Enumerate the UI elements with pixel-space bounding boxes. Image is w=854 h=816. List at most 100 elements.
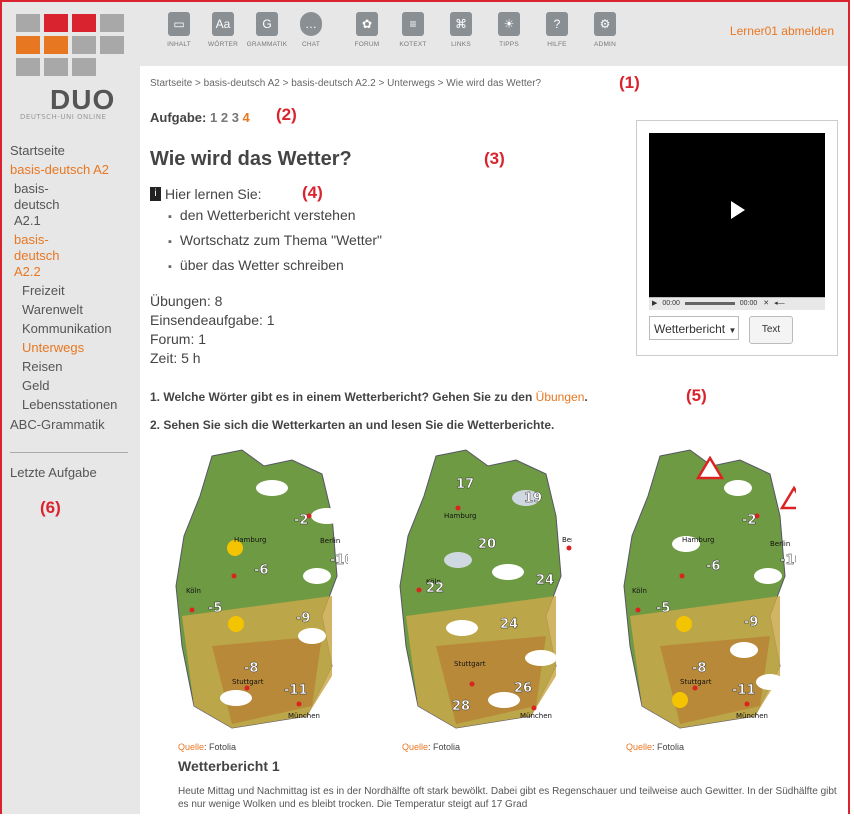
progress-bar[interactable]	[684, 301, 735, 305]
learning-goals-heading: Hier lernen Sie:	[165, 186, 262, 202]
question-2: 2. Sehen Sie sich die Wetterkarten an un…	[150, 418, 555, 432]
image-source: Quelle: Fotolia	[178, 742, 236, 752]
map-city-label: Hamburg	[444, 512, 476, 520]
volume-icon[interactable]: ◂—	[774, 300, 785, 307]
sidebar-item-warenwelt[interactable]: Warenwelt	[10, 302, 140, 318]
toolbar-label: KOTEXT	[399, 41, 427, 48]
text-button[interactable]: Text	[749, 316, 793, 344]
map-temp: -2	[742, 513, 756, 528]
annotation-3: (3)	[484, 149, 505, 168]
time-total: 00:00	[739, 300, 758, 307]
toolbar-chat-button[interactable]: … CHAT	[286, 12, 336, 48]
toolbar-label: FORUM	[354, 41, 380, 48]
source-label: Quelle	[178, 742, 205, 752]
map-city-label: München	[288, 712, 320, 720]
sidebar-item-geld[interactable]: Geld	[10, 378, 140, 394]
sidebar-item-basis-deutsch-a2[interactable]: basis-deutsch A2	[10, 162, 140, 178]
toolbar-label: LINKS	[451, 41, 471, 48]
duo-logo[interactable]: DUO DEUTSCH-UNI ONLINE	[16, 14, 132, 124]
map-temp: 17	[456, 477, 474, 492]
gears-icon: ⚙	[594, 12, 616, 36]
weather-map-3: Hamburg Berlin Köln Stuttgart München -2…	[623, 449, 796, 729]
toolbar-label: WÖRTER	[208, 41, 238, 48]
task-4-current[interactable]: 4	[243, 110, 250, 125]
play-icon[interactable]	[731, 201, 745, 219]
breadcrumb[interactable]: Startseite > basis-deutsch A2 > basis-de…	[150, 78, 541, 89]
task-3-link[interactable]: 3	[232, 110, 239, 125]
sidebar-item-startseite[interactable]: Startseite	[10, 143, 140, 159]
toolbar-woerter-button[interactable]: Aa WÖRTER	[198, 12, 248, 48]
annotation-5: (5)	[686, 386, 707, 405]
sidebar-nav: Startseite basis-deutsch A2 basis-deutsc…	[10, 143, 140, 436]
map-temp: -9	[744, 615, 758, 630]
toolbar-hilfe-button[interactable]: ? HILFE	[532, 12, 582, 48]
stat-forum: Forum: 1	[150, 331, 207, 347]
dictionary-icon: Aa	[212, 12, 234, 36]
map-temp: -2	[294, 513, 308, 528]
map-temp: -6	[254, 563, 268, 578]
last-task-link[interactable]: Letzte Aufgabe	[10, 465, 97, 480]
map-temp: 28	[452, 699, 470, 714]
report-heading: Wetterbericht 1	[178, 758, 280, 774]
task-2-link[interactable]: 2	[221, 110, 228, 125]
kotext-icon: ≡	[402, 12, 424, 36]
sidebar-item-unterwegs[interactable]: Unterwegs	[10, 340, 140, 356]
map-city-label: Berlin	[770, 540, 790, 548]
image-source: Quelle: Fotolia	[402, 742, 460, 752]
toolbar-forum-button[interactable]: ✿ FORUM	[342, 12, 392, 48]
sidebar-item-kommunikation[interactable]: Kommunikation	[10, 321, 140, 337]
video-screen[interactable]	[649, 133, 825, 297]
map-city-label: Berlin	[320, 537, 340, 545]
learning-goal-item: über das Wetter schreiben	[168, 254, 382, 279]
toolbar-kotext-button[interactable]: ≡ KOTEXT	[388, 12, 438, 48]
map-temp: 24	[500, 617, 518, 632]
sidebar-item-basis-deutsch-a2-2[interactable]: basis-deutsch A2.2	[10, 232, 74, 280]
sidebar-item-freizeit[interactable]: Freizeit	[10, 283, 140, 299]
map-city-label: Köln	[632, 587, 647, 595]
toolbar-label: INHALT	[167, 41, 191, 48]
uebungen-link[interactable]: Übungen	[536, 390, 585, 404]
map-temp: -5	[208, 601, 222, 616]
toolbar-admin-button[interactable]: ⚙ ADMIN	[580, 12, 630, 48]
top-toolbar: ▭ INHALT Aa WÖRTER G GRAMMATIK … CHAT ✿ FORUM…	[140, 2, 848, 66]
stat-uebungen: Übungen: 8	[150, 293, 223, 309]
map-temp: -8	[692, 661, 706, 676]
toolbar-grammatik-button[interactable]: G GRAMMATIK	[242, 12, 292, 48]
toolbar-tipps-button[interactable]: ☀ TIPPS	[484, 12, 534, 48]
sidebar-item-lebensstationen[interactable]: Lebensstationen	[10, 397, 140, 413]
source-value: : Fotolia	[652, 742, 685, 752]
sidebar-item-reisen[interactable]: Reisen	[10, 359, 140, 375]
sidebar-item-basis-deutsch-a2-1[interactable]: basis-deutsch A2.1	[10, 181, 74, 229]
play-button-icon[interactable]: ▶	[652, 300, 657, 307]
question-1-text: 1. Welche Wörter gibt es in einem Wetter…	[150, 390, 533, 404]
map-temp: 19	[524, 491, 542, 506]
source-value: : Fotolia	[428, 742, 461, 752]
toolbar-inhalt-button[interactable]: ▭ INHALT	[154, 12, 204, 48]
annotation-6: (6)	[40, 498, 61, 517]
map-city-label: Hamburg	[234, 536, 266, 544]
logo-text: DUO	[50, 84, 116, 115]
links-icon: ⌘	[450, 12, 472, 36]
map-city-label: Köln	[186, 587, 201, 595]
toolbar-links-button[interactable]: ⌘ LINKS	[436, 12, 486, 48]
toolbar-label: TIPPS	[499, 41, 519, 48]
task-1-link[interactable]: 1	[210, 110, 217, 125]
task-stats: Übungen: 8 Einsendeaufgabe: 1 Forum: 1 Z…	[150, 292, 275, 368]
video-select-value: Wetterbericht	[654, 322, 726, 336]
folder-icon: ▭	[168, 12, 190, 36]
question-1-end: .	[584, 390, 588, 404]
video-select[interactable]: Wetterbericht ▼	[649, 316, 739, 340]
chevron-down-icon: ▼	[728, 326, 737, 335]
learning-goal-item: den Wetterbericht verstehen	[168, 204, 382, 229]
toolbar-label: ADMIN	[594, 41, 616, 48]
image-source: Quelle: Fotolia	[626, 742, 684, 752]
logout-link[interactable]: Lerner01 abmelden	[730, 24, 834, 38]
fullscreen-icon[interactable]: ✕	[763, 300, 769, 307]
sidebar-item-abc-grammatik[interactable]: ABC-Grammatik	[10, 417, 140, 433]
map-city-label: Stuttgart	[232, 678, 264, 686]
source-value: : Fotolia	[204, 742, 237, 752]
weather-map-1: Hamburg Berlin Köln Stuttgart München -2…	[175, 449, 348, 729]
logo-subtitle: DEUTSCH-UNI ONLINE	[20, 113, 107, 121]
map-temp: 24	[536, 573, 554, 588]
video-player: ▶ 00:00 00:00 ✕ ◂— Wetterbericht ▼ Text	[636, 120, 838, 356]
